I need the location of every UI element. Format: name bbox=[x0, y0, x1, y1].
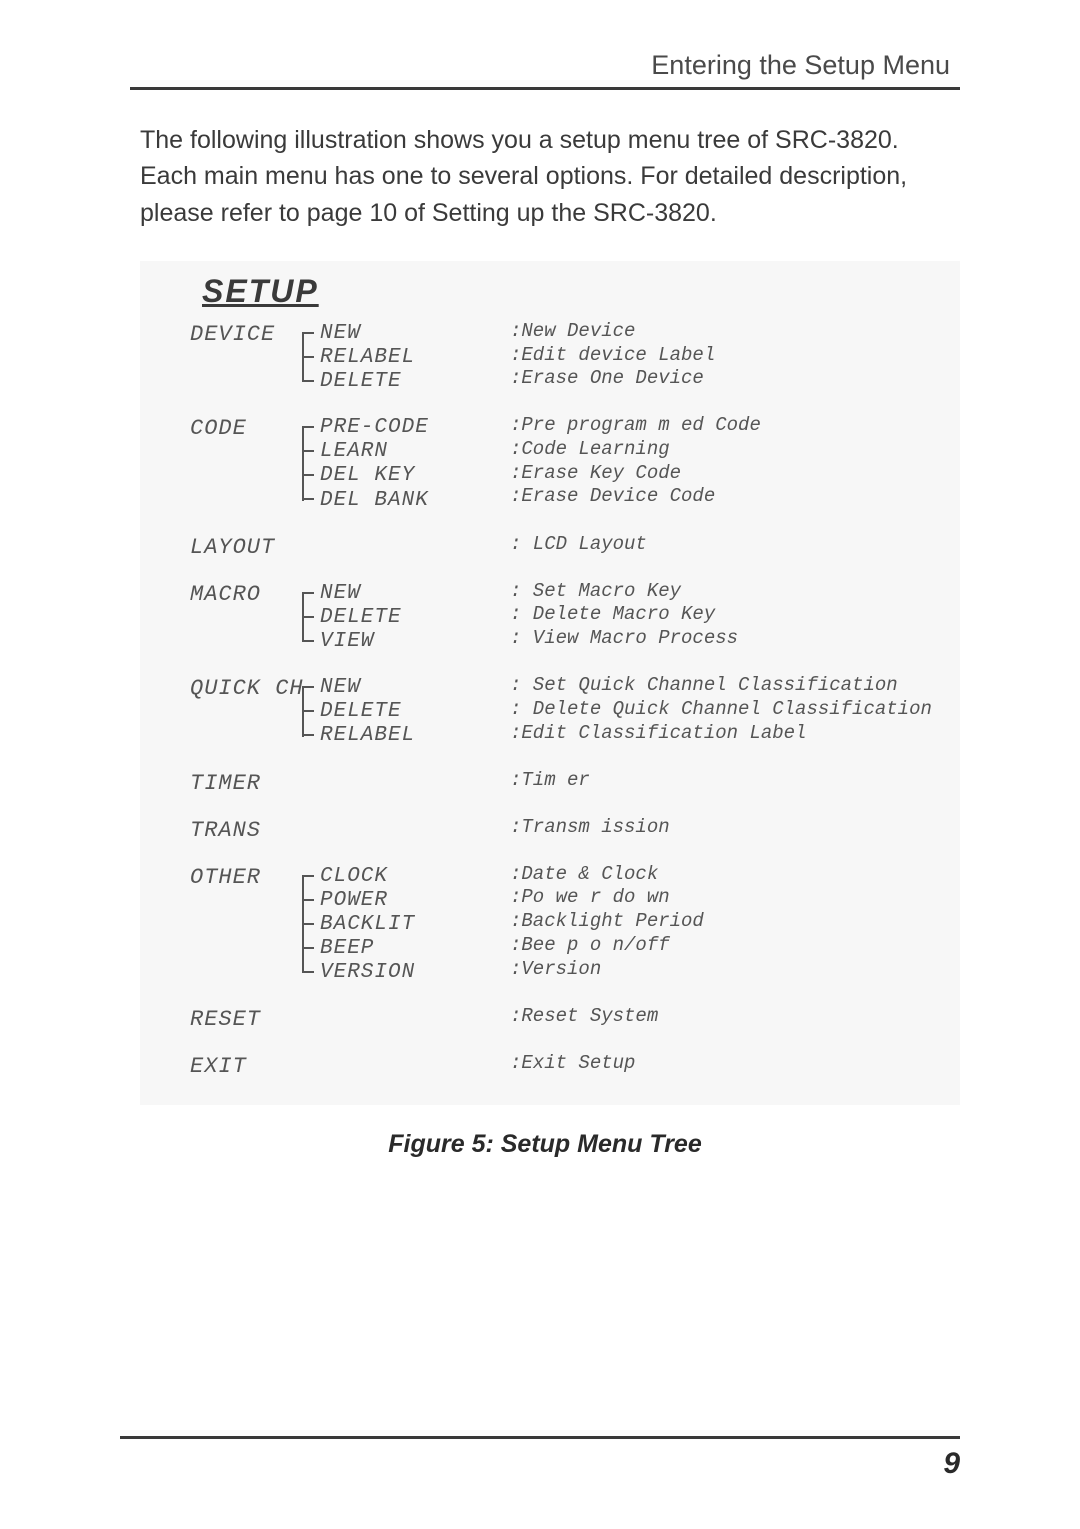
description-text: : LCD Layout bbox=[510, 533, 647, 557]
menu-row: CODEPRE-CODELEARNDEL KEYDEL BANK:Pre pro… bbox=[190, 414, 954, 513]
submenu-column: NEWDELETERELABEL bbox=[320, 674, 500, 748]
submenu-item: CLOCK bbox=[320, 865, 500, 889]
menu-row: TIMER :Tim er bbox=[190, 769, 954, 796]
description-column: : Set Macro Key: Delete Macro Key: View … bbox=[500, 580, 738, 651]
submenu-item: LEARN bbox=[320, 440, 500, 464]
description-text: :Code Learning bbox=[510, 438, 761, 462]
submenu-column bbox=[320, 533, 500, 535]
submenu-item: PRE-CODE bbox=[320, 416, 500, 440]
page-header: Entering the Setup Menu bbox=[130, 50, 960, 81]
menu-row: DEVICENEWRELABELDELETE:New Device:Edit d… bbox=[190, 320, 954, 394]
menu-row: MACRONEWDELETEVIEW: Set Macro Key: Delet… bbox=[190, 580, 954, 654]
menu-label: OTHER bbox=[190, 863, 320, 890]
menu-label: MACRO bbox=[190, 580, 320, 607]
description-text: :Erase Device Code bbox=[510, 485, 761, 509]
description-text: :New Device bbox=[510, 320, 715, 344]
menu-label: RESET bbox=[190, 1005, 320, 1032]
description-column: :Reset System bbox=[500, 1005, 658, 1029]
menu-row: LAYOUT : LCD Layout bbox=[190, 533, 954, 560]
submenu-column: CLOCKPOWERBACKLITBEEPVERSION bbox=[320, 863, 500, 986]
menu-row: RESET :Reset System bbox=[190, 1005, 954, 1032]
description-text: :Edit Classification Label bbox=[510, 722, 932, 746]
description-column: :Date & Clock:Po we r do wn:Backlight Pe… bbox=[500, 863, 704, 982]
submenu-item: NEW bbox=[320, 582, 500, 606]
header-rule bbox=[130, 87, 960, 90]
description-text: :Erase One Device bbox=[510, 367, 715, 391]
description-column: :Pre program m ed Code:Code Learning:Era… bbox=[500, 414, 761, 509]
figure-caption: Figure 5: Setup Menu Tree bbox=[130, 1130, 960, 1159]
description-column: :Transm ission bbox=[500, 816, 670, 840]
description-text: :Transm ission bbox=[510, 816, 670, 840]
description-text: :Pre program m ed Code bbox=[510, 414, 761, 438]
description-column: :Tim er bbox=[500, 769, 590, 793]
menu-label: LAYOUT bbox=[190, 533, 320, 560]
submenu-column bbox=[320, 1052, 500, 1054]
intro-paragraph: The following illustration shows you a s… bbox=[130, 122, 960, 231]
description-text: : Set Macro Key bbox=[510, 580, 738, 604]
description-text: :Po we r do wn bbox=[510, 886, 704, 910]
submenu-item: DELETE bbox=[320, 370, 500, 394]
menu-tree-diagram: SETUP DEVICENEWRELABELDELETE:New Device:… bbox=[140, 261, 960, 1106]
submenu-column bbox=[320, 1005, 500, 1007]
submenu-column bbox=[320, 769, 500, 771]
description-text: : Delete Macro Key bbox=[510, 603, 738, 627]
submenu-column: NEWDELETEVIEW bbox=[320, 580, 500, 654]
description-text: :Reset System bbox=[510, 1005, 658, 1029]
menu-label: CODE bbox=[190, 414, 320, 441]
menu-row: OTHERCLOCKPOWERBACKLITBEEPVERSION:Date &… bbox=[190, 863, 954, 986]
description-column: :Exit Setup bbox=[500, 1052, 635, 1076]
submenu-item: NEW bbox=[320, 322, 500, 346]
submenu-column bbox=[320, 816, 500, 818]
description-text: :Backlight Period bbox=[510, 910, 704, 934]
description-column: : LCD Layout bbox=[500, 533, 647, 557]
description-text: :Version bbox=[510, 958, 704, 982]
description-column: :New Device:Edit device Label:Erase One … bbox=[500, 320, 715, 391]
submenu-item: DELETE bbox=[320, 606, 500, 630]
description-text: : Set Quick Channel Classification bbox=[510, 674, 932, 698]
description-text: : Delete Quick Channel Classification bbox=[510, 698, 932, 722]
page-number: 9 bbox=[120, 1447, 960, 1481]
description-text: :Edit device Label bbox=[510, 344, 715, 368]
submenu-item: DELETE bbox=[320, 700, 500, 724]
submenu-item: DEL KEY bbox=[320, 464, 500, 488]
submenu-column: NEWRELABELDELETE bbox=[320, 320, 500, 394]
menu-label: TRANS bbox=[190, 816, 320, 843]
submenu-item: BEEP bbox=[320, 937, 500, 961]
menu-label: QUICK CH bbox=[190, 674, 320, 701]
submenu-item: NEW bbox=[320, 676, 500, 700]
menu-label: TIMER bbox=[190, 769, 320, 796]
submenu-item: BACKLIT bbox=[320, 913, 500, 937]
submenu-item: RELABEL bbox=[320, 346, 500, 370]
footer-rule bbox=[120, 1436, 960, 1439]
submenu-item: VERSION bbox=[320, 961, 500, 985]
menu-label: DEVICE bbox=[190, 320, 320, 347]
submenu-item: DEL BANK bbox=[320, 489, 500, 513]
menu-row: QUICK CHNEWDELETERELABEL: Set Quick Chan… bbox=[190, 674, 954, 748]
setup-title: SETUP bbox=[202, 273, 954, 310]
menu-row: TRANS :Transm ission bbox=[190, 816, 954, 843]
submenu-item: POWER bbox=[320, 889, 500, 913]
description-text: :Erase Key Code bbox=[510, 462, 761, 486]
submenu-column: PRE-CODELEARNDEL KEYDEL BANK bbox=[320, 414, 500, 513]
description-text: :Exit Setup bbox=[510, 1052, 635, 1076]
description-text: :Bee p o n/off bbox=[510, 934, 704, 958]
menu-row: EXIT :Exit Setup bbox=[190, 1052, 954, 1079]
menu-label: EXIT bbox=[190, 1052, 320, 1079]
description-text: :Date & Clock bbox=[510, 863, 704, 887]
submenu-item: VIEW bbox=[320, 630, 500, 654]
description-text: :Tim er bbox=[510, 769, 590, 793]
description-column: : Set Quick Channel Classification: Dele… bbox=[500, 674, 932, 745]
submenu-item: RELABEL bbox=[320, 724, 500, 748]
description-text: : View Macro Process bbox=[510, 627, 738, 651]
